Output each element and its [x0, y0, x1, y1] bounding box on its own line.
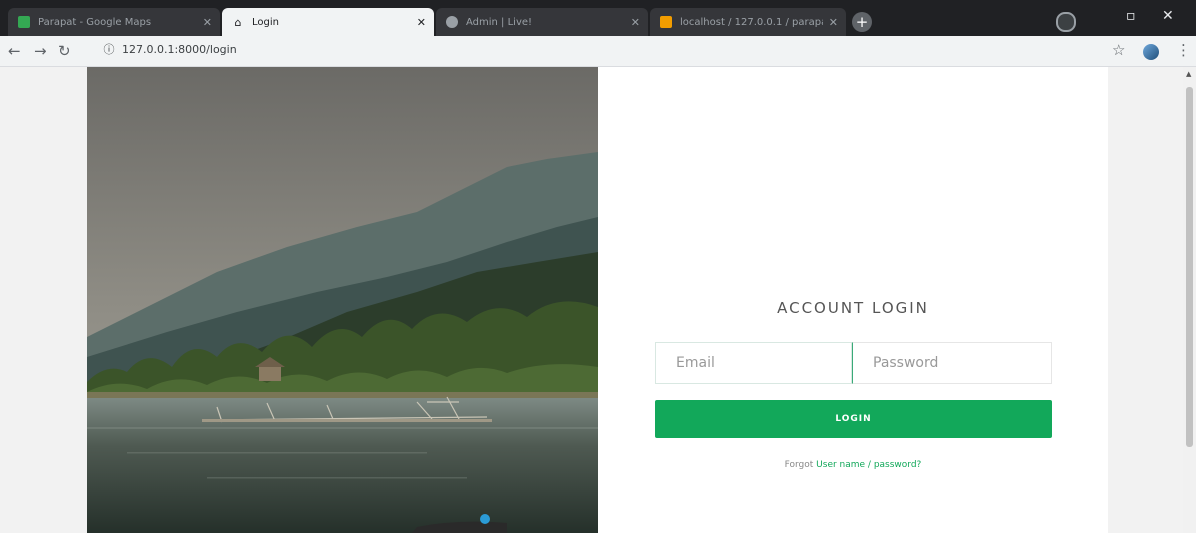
tab-google-maps[interactable]: Parapat - Google Maps ✕	[8, 8, 220, 36]
browser-tab-strip: Parapat - Google Maps ✕ ⌂ Login ✕ Admin …	[0, 0, 1196, 36]
page-viewport: ACCOUNT LOGIN Email Password LOGIN Forgo…	[0, 67, 1183, 533]
tab-title: localhost / 127.0.0.1 / parapat / ...	[680, 16, 823, 28]
browser-toolbar: ← → ↻ ⓘ 127.0.0.1:8000/login ☆ ⋮	[0, 36, 1196, 67]
email-field[interactable]: Email	[655, 342, 852, 384]
restore-window-icon[interactable]: ▫	[1126, 8, 1136, 24]
phpmyadmin-icon	[660, 16, 672, 28]
close-icon[interactable]: ✕	[631, 16, 640, 29]
info-icon[interactable]: ⓘ	[102, 40, 116, 60]
globe-icon	[446, 16, 458, 28]
bookmark-star-icon[interactable]: ☆	[1112, 41, 1125, 59]
tab-title: Login	[252, 16, 279, 28]
maps-icon	[18, 16, 30, 28]
vertical-scrollbar[interactable]: ▲	[1183, 67, 1196, 533]
tab-phpmyadmin[interactable]: localhost / 127.0.0.1 / parapat / ... ✕	[650, 8, 846, 36]
lake-mountain-photo	[87, 67, 598, 533]
back-arrow-icon[interactable]: ←	[8, 41, 21, 61]
scrollbar-thumb[interactable]	[1186, 87, 1193, 447]
tab-title: Parapat - Google Maps	[38, 16, 152, 28]
close-icon[interactable]: ✕	[203, 16, 212, 29]
password-field[interactable]: Password	[852, 342, 1052, 384]
url-text: 127.0.0.1:8000/login	[122, 43, 237, 56]
login-title: ACCOUNT LOGIN	[777, 299, 929, 317]
reload-icon[interactable]: ↻	[58, 41, 71, 61]
forgot-password-link[interactable]: User name / password?	[816, 460, 921, 470]
tab-login[interactable]: ⌂ Login ✕	[222, 8, 434, 36]
profile-icon[interactable]	[1056, 12, 1076, 32]
tab-admin[interactable]: Admin | Live! ✕	[436, 8, 648, 36]
close-icon[interactable]: ✕	[829, 16, 838, 29]
forgot-prefix: Forgot	[784, 460, 814, 470]
menu-kebab-icon[interactable]: ⋮	[1176, 41, 1191, 59]
password-placeholder: Password	[873, 355, 939, 371]
email-placeholder: Email	[676, 355, 715, 371]
new-tab-button[interactable]: +	[852, 12, 872, 32]
login-button[interactable]: LOGIN	[655, 400, 1052, 438]
close-window-icon[interactable]: ✕	[1162, 8, 1174, 24]
forgot-credentials: Forgot User name / password?	[598, 460, 1108, 470]
home-icon: ⌂	[234, 15, 242, 29]
address-bar[interactable]: ⓘ 127.0.0.1:8000/login	[102, 40, 1082, 60]
login-panel: ACCOUNT LOGIN Email Password LOGIN Forgo…	[598, 67, 1108, 533]
tab-title: Admin | Live!	[466, 16, 533, 28]
account-avatar[interactable]	[1143, 44, 1159, 60]
close-icon[interactable]: ✕	[417, 16, 426, 29]
scroll-up-arrow-icon[interactable]: ▲	[1186, 70, 1191, 78]
forward-arrow-icon[interactable]: →	[34, 41, 47, 61]
